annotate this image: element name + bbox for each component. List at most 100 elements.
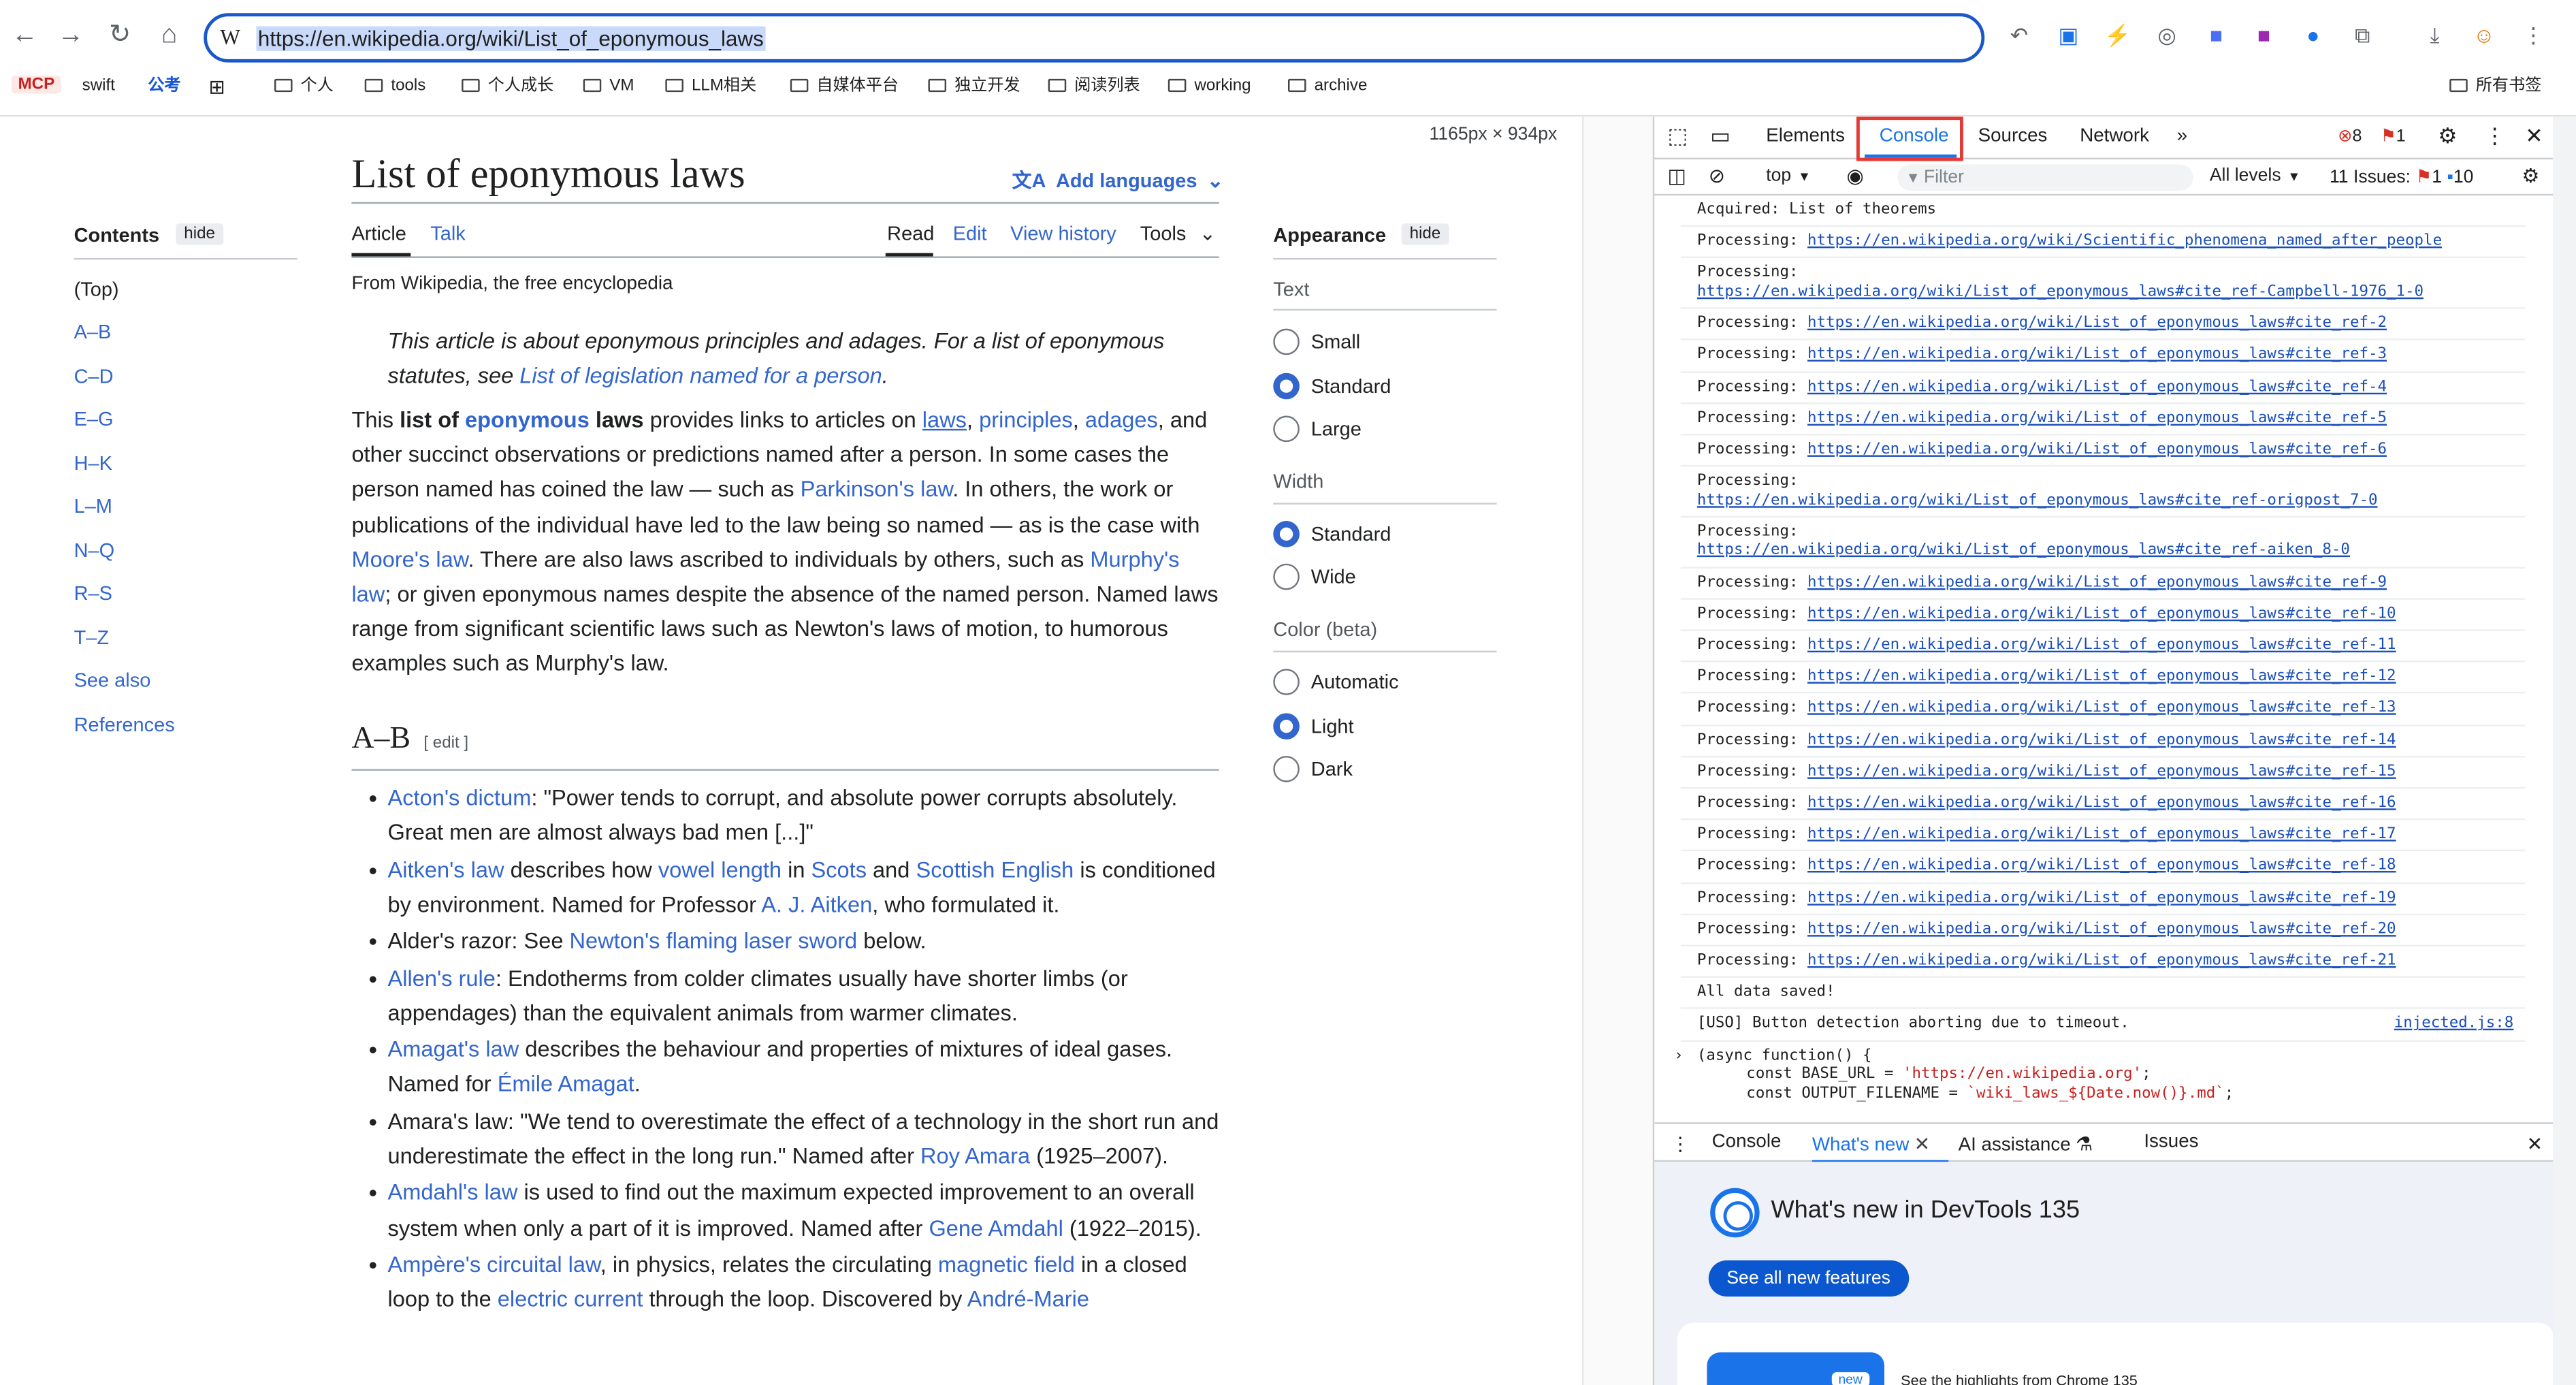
log-url-link[interactable]: https://en.wikipedia.org/wiki/List_of_ep… — [1807, 951, 2396, 970]
link-laws[interactable]: laws — [922, 407, 967, 432]
tab-network[interactable]: Network — [2080, 127, 2149, 146]
tab-sources[interactable]: Sources — [1978, 127, 2048, 146]
log-url-link[interactable]: https://en.wikipedia.org/wiki/List_of_ep… — [1807, 920, 2396, 938]
log-url-link[interactable]: https://en.wikipedia.org/wiki/List_of_ep… — [1807, 888, 2396, 906]
log-url-link[interactable]: https://en.wikipedia.org/wiki/List_of_ep… — [1807, 825, 2396, 844]
toc-item-n-q[interactable]: N–Q — [74, 539, 115, 562]
radio-width-standard[interactable]: Standard — [1273, 521, 1391, 547]
extension-icon[interactable]: ◎ — [2154, 23, 2180, 50]
law-link[interactable]: Aitken's law — [388, 857, 504, 882]
toc-item-c-d[interactable]: C–D — [74, 365, 114, 388]
link[interactable]: Gene Amdahl — [929, 1215, 1063, 1240]
live-expression-eye-icon[interactable]: ◉ — [1847, 164, 1864, 187]
sidebar-toggle-icon[interactable]: ◫ — [1667, 164, 1686, 187]
toc-item-see-also[interactable]: See also — [74, 669, 151, 692]
bookmark-gongkao[interactable]: 公考 — [148, 76, 180, 99]
log-url-link[interactable]: https://en.wikipedia.org/wiki/List_of_ep… — [1807, 699, 2396, 717]
section-edit-link[interactable]: [ edit ] — [423, 735, 468, 753]
bookmark-folder-9[interactable]: working — [1168, 76, 1251, 99]
close-tab-icon[interactable]: ✕ — [1914, 1136, 1930, 1156]
menu-icon[interactable]: ⋮ — [2520, 23, 2547, 50]
link[interactable]: vowel length — [658, 857, 782, 882]
link-parkinsons-law[interactable]: Parkinson's law — [801, 477, 953, 502]
device-toolbar-icon[interactable]: ▭ — [1710, 123, 1730, 150]
link[interactable]: Scots — [811, 857, 867, 882]
toc-item-e-g[interactable]: E–G — [74, 407, 114, 430]
bookmark-folder-2[interactable]: tools — [364, 76, 425, 99]
console-settings-gear-icon[interactable]: ⚙ — [2522, 164, 2539, 187]
law-link[interactable]: Newton's flaming laser sword — [569, 929, 857, 953]
tab-elements[interactable]: Elements — [1766, 127, 1845, 146]
filter-input[interactable]: ▼ Filter — [1897, 164, 2193, 191]
toc-hide-button[interactable]: hide — [176, 223, 223, 245]
console-input-line[interactable]: const BASE_URL = 'https://en.wikipedia.o… — [1746, 1065, 2151, 1084]
home-icon[interactable]: ⌂ — [155, 21, 184, 50]
bookmark-folder-6[interactable]: 自媒体平台 — [790, 76, 899, 99]
drawer-menu-icon[interactable]: ⋮ — [1671, 1132, 1690, 1156]
bookmark-folder-5[interactable]: LLM相关 — [665, 76, 756, 99]
tab-article[interactable]: Article — [351, 222, 406, 245]
download-icon[interactable]: ⤓ — [2421, 23, 2448, 50]
log-source-link[interactable]: injected.js:8 — [2394, 1015, 2514, 1034]
console-input-line[interactable]: (async function() { — [1697, 1046, 1872, 1065]
radio-text-large[interactable]: Large — [1273, 415, 1362, 443]
link[interactable]: André-Marie — [967, 1287, 1089, 1311]
tab-edit[interactable]: Edit — [953, 222, 987, 245]
drawer-tab-whats-new[interactable]: What's new ✕ — [1812, 1132, 1930, 1156]
apps-grid-icon[interactable]: ⊞ — [208, 76, 225, 99]
law-link[interactable]: Allen's rule — [388, 966, 496, 990]
toc-item-l-m[interactable]: L–M — [74, 494, 112, 518]
law-link[interactable]: Acton's dictum — [388, 786, 532, 810]
extension-dot-icon[interactable]: ● — [2300, 23, 2327, 50]
log-url-link[interactable]: https://en.wikipedia.org/wiki/List_of_ep… — [1807, 573, 2387, 591]
issues-button[interactable]: 11 Issues: ⚑1 ▪10 — [2330, 166, 2473, 187]
radio-text-small[interactable]: Small — [1273, 328, 1360, 355]
context-select[interactable]: top ▼ — [1766, 166, 1811, 186]
log-url-link[interactable]: https://en.wikipedia.org/wiki/List_of_ep… — [1807, 604, 2396, 622]
add-languages-button[interactable]: 文A Add languages ⌄ — [1012, 166, 1224, 194]
drawer-tab-console[interactable]: Console — [1712, 1132, 1782, 1152]
appearance-hide-button[interactable]: hide — [1401, 223, 1449, 245]
hatnote-link[interactable]: List of legislation named for a person — [519, 363, 882, 387]
extension-blue-icon[interactable]: ■ — [2203, 23, 2229, 50]
radio-color-automatic[interactable]: Automatic — [1273, 669, 1399, 695]
radio-color-light[interactable]: Light — [1273, 713, 1354, 739]
link-moores-law[interactable]: Moore's law — [351, 547, 468, 571]
link[interactable]: magnetic field — [938, 1252, 1075, 1277]
bookmark-swift[interactable]: swift — [82, 76, 115, 99]
forward-icon[interactable]: → — [56, 21, 85, 50]
highlights-card[interactable]: new See the highlights from Chrome 135 — [1677, 1322, 2555, 1385]
puzzle-icon[interactable]: ⧉ — [2349, 23, 2376, 50]
bookmark-folder-7[interactable]: 独立开发 — [928, 76, 1020, 99]
log-url-link[interactable]: https://en.wikipedia.org/wiki/Scientific… — [1807, 232, 2442, 251]
log-url-link[interactable]: https://en.wikipedia.org/wiki/List_of_ep… — [1807, 667, 2396, 686]
law-link[interactable]: Amdahl's law — [388, 1181, 518, 1205]
log-url-link[interactable]: https://en.wikipedia.org/wiki/List_of_ep… — [1697, 283, 2424, 301]
settings-gear-icon[interactable]: ⚙ — [2438, 123, 2457, 150]
log-levels-select[interactable]: All levels ▼ — [2210, 166, 2301, 186]
toc-item-r-s[interactable]: R–S — [74, 582, 112, 605]
link-eponymous[interactable]: eponymous — [465, 407, 590, 432]
log-url-link[interactable]: https://en.wikipedia.org/wiki/List_of_ep… — [1807, 857, 2396, 875]
error-counter[interactable]: ⊗8 — [2338, 127, 2362, 146]
extension-purple-icon[interactable]: ■ — [2251, 23, 2277, 50]
share-icon[interactable]: ↶ — [2006, 23, 2033, 50]
log-url-link[interactable]: https://en.wikipedia.org/wiki/List_of_ep… — [1807, 793, 2396, 812]
law-link[interactable]: Ampère's circuital law — [388, 1252, 600, 1277]
translate-icon[interactable]: ▣ — [2055, 23, 2082, 50]
profile-avatar[interactable]: ☺ — [2471, 23, 2498, 50]
link[interactable]: electric current — [498, 1287, 643, 1311]
law-link[interactable]: Amagat's law — [388, 1037, 519, 1062]
drawer-tab-ai-assistance[interactable]: AI assistance ⚗ — [1959, 1132, 2093, 1156]
toc-item-references[interactable]: References — [74, 713, 175, 736]
url-text[interactable]: https://en.wikipedia.org/wiki/List_of_ep… — [256, 26, 766, 51]
page-scrollbar[interactable] — [1581, 116, 1653, 1385]
link-adages[interactable]: adages — [1085, 407, 1158, 432]
link[interactable]: Roy Amara — [920, 1144, 1030, 1168]
more-options-icon[interactable]: ⋮ — [2484, 123, 2505, 150]
warning-counter[interactable]: ⚑1 — [2381, 127, 2406, 146]
bookmark-folder-8[interactable]: 阅读列表 — [1048, 76, 1140, 99]
log-url-link[interactable]: https://en.wikipedia.org/wiki/List_of_ep… — [1807, 636, 2396, 654]
see-all-features-button[interactable]: See all new features — [1708, 1260, 1909, 1297]
link[interactable]: Scottish English — [916, 857, 1074, 882]
